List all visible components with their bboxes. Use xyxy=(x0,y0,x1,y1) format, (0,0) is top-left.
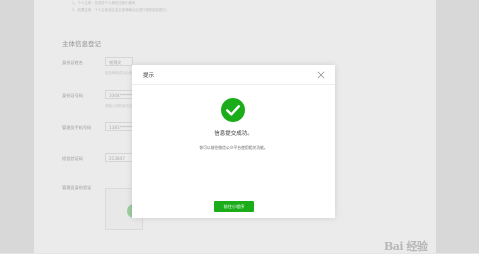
success-dialog: 提示 信息提交成功。 你可以前往微信公众平台使用相关功能。 前往小程序 xyxy=(132,65,335,218)
result-title: 信息提交成功。 xyxy=(214,131,253,137)
close-icon[interactable] xyxy=(317,71,325,79)
dialog-title: 提示 xyxy=(143,73,155,79)
watermark-logo: Bai 经验 xyxy=(384,240,428,253)
go-to-miniprogram-button[interactable]: 前往小程序 xyxy=(214,201,254,212)
check-circle-icon xyxy=(221,98,245,122)
result-description: 你可以前往微信公众平台使用相关功能。 xyxy=(199,145,268,150)
dialog-header: 提示 xyxy=(132,65,335,85)
